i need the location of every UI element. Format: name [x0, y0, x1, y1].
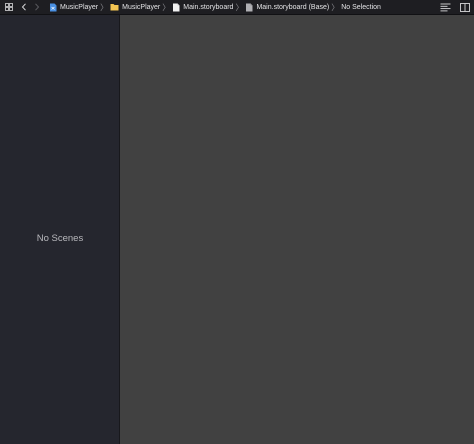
- breadcrumb-label: MusicPlayer: [60, 3, 99, 11]
- related-items-button[interactable]: [2, 0, 15, 15]
- jump-bar: MusicPlayer 〉 MusicPlayer 〉 Main.storybo…: [0, 0, 474, 15]
- breadcrumb-separator: 〉: [331, 2, 340, 12]
- storyboard-canvas[interactable]: [120, 15, 474, 444]
- editor-options-button[interactable]: [440, 3, 451, 12]
- no-scenes-label: No Scenes: [36, 233, 84, 244]
- back-button[interactable]: [17, 0, 30, 15]
- grid-icon: [4, 3, 13, 11]
- breadcrumb-separator: 〉: [162, 2, 171, 12]
- add-editor-button[interactable]: [459, 3, 470, 12]
- breadcrumb-label: MusicPlayer: [122, 3, 161, 11]
- breadcrumb-label: Main.storyboard: [183, 3, 234, 11]
- editor-options: [440, 0, 470, 15]
- document-outline[interactable]: No Scenes: [0, 15, 120, 444]
- breadcrumb-selection[interactable]: No Selection: [341, 0, 381, 15]
- folder-icon: [110, 4, 119, 11]
- interface-builder-window: MusicPlayer 〉 MusicPlayer 〉 Main.storybo…: [0, 0, 474, 444]
- breadcrumb-file[interactable]: Main.storyboard: [172, 0, 233, 15]
- forward-button[interactable]: [30, 0, 43, 15]
- breadcrumb-label: Main.storyboard (Base): [256, 3, 330, 11]
- breadcrumb-group[interactable]: MusicPlayer: [110, 0, 160, 15]
- xcode-project-icon: [50, 3, 57, 11]
- chevron-left-icon: [21, 3, 26, 11]
- breadcrumb-localization[interactable]: Main.storyboard (Base): [245, 0, 329, 15]
- chevron-right-icon: [34, 3, 39, 11]
- storyboard-file-icon: [173, 3, 180, 11]
- breadcrumb-separator: 〉: [235, 2, 244, 12]
- breadcrumb: MusicPlayer 〉 MusicPlayer 〉 Main.storybo…: [49, 0, 381, 15]
- lines-icon: [440, 3, 451, 12]
- breadcrumb-separator: 〉: [100, 2, 109, 12]
- storyboard-file-icon: [246, 3, 253, 11]
- split-editor-icon: [459, 3, 470, 12]
- breadcrumb-label: No Selection: [341, 3, 381, 11]
- breadcrumb-project[interactable]: MusicPlayer: [49, 0, 98, 15]
